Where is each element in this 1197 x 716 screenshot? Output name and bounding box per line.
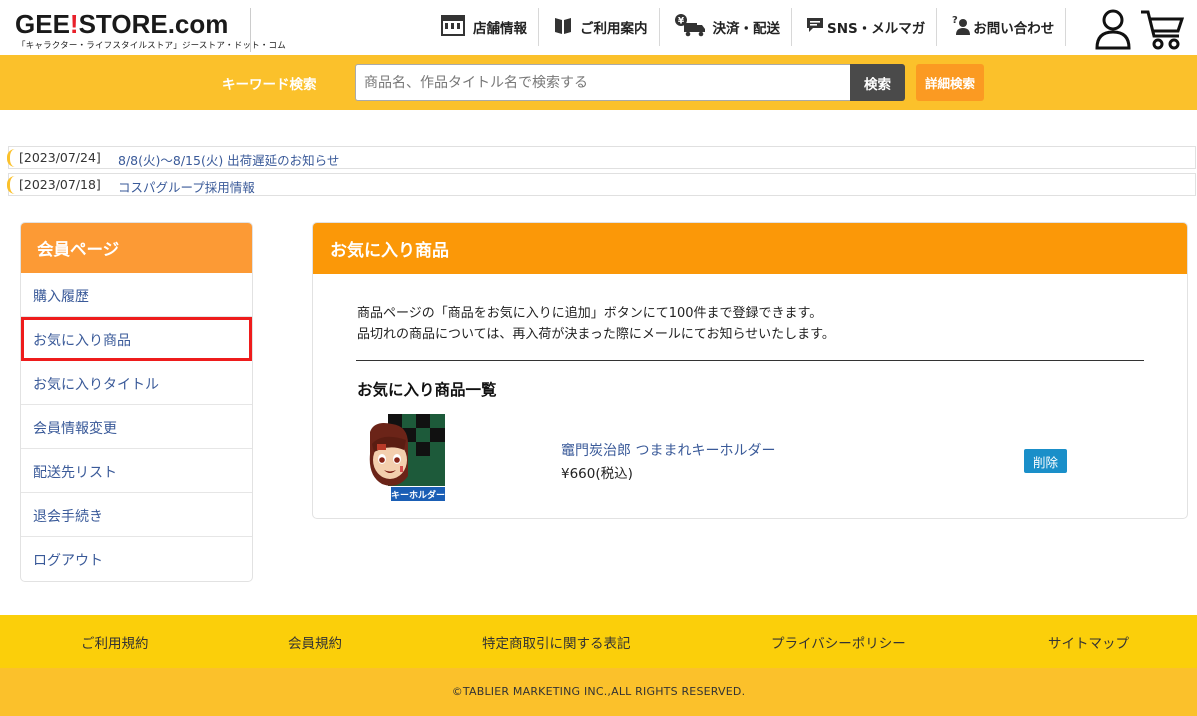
news-bracket-decoration <box>7 149 15 167</box>
logo-wordmark: GEE!STORE.com <box>15 10 228 38</box>
sidebar-item-logout[interactable]: ログアウト <box>21 537 252 581</box>
description-line: 商品ページの「商品をお気に入りに追加」ボタンにて100件まで登録できます。 <box>357 306 823 321</box>
sidebar-item-purchase-history[interactable]: 購入履歴 <box>21 273 252 317</box>
footer-copyright: ©TABLIER MARKETING INC.,ALL RIGHTS RESER… <box>0 668 1197 716</box>
nav-label: お問い合わせ <box>973 21 1055 37</box>
sidebar-item-favorite-products[interactable]: お気に入り商品 <box>21 317 252 361</box>
nav-label: SNS・メルマガ <box>827 21 926 37</box>
favorites-description: 商品ページの「商品をお気に入りに追加」ボタンにて100件まで登録できます。 品切… <box>357 303 835 345</box>
description-line: 品切れの商品については、再入荷が決まった際にメールにてお知らせいたします。 <box>357 327 835 342</box>
news-date: [2023/07/24] <box>19 150 101 165</box>
footer-links-bar: ご利用規約 会員規約 特定商取引に関する表記 プライバシーポリシー サイトマップ <box>0 615 1197 668</box>
search-button[interactable]: 検索 <box>850 64 905 101</box>
product-price: ¥660(税込) <box>561 466 633 482</box>
advanced-search-button[interactable]: 詳細検索 <box>916 64 984 101</box>
logo-gee-text: GEE <box>15 9 70 39</box>
news-item: [2023/07/24] 8/8(火)～8/15(火) 出荷遅延のお知らせ <box>7 146 1196 169</box>
message-icon <box>806 17 824 37</box>
sidebar-item-favorite-titles[interactable]: お気に入りタイトル <box>21 361 252 405</box>
search-label: キーワード検索 <box>222 77 317 93</box>
sidebar-item-member-info[interactable]: 会員情報変更 <box>21 405 252 449</box>
page-title: お気に入り商品 <box>313 223 1187 274</box>
nav-item-sns-newsletter[interactable]: SNS・メルマガ <box>792 8 938 46</box>
news-date: [2023/07/18] <box>19 177 101 192</box>
site-logo[interactable]: GEE!STORE.com 「キャラクター・ライフスタイルストア」ジーストア・ド… <box>15 8 286 52</box>
sidebar-item-withdraw[interactable]: 退会手続き <box>21 493 252 537</box>
search-input[interactable] <box>355 64 851 101</box>
logo-store-text: STORE.com <box>78 9 229 39</box>
nav-label: ご利用案内 <box>580 21 648 37</box>
nav-item-guide[interactable]: ご利用案内 <box>539 8 660 46</box>
news-item: [2023/07/18] コスパグループ採用情報 <box>7 173 1196 196</box>
footer-link-commerce-law[interactable]: 特定商取引に関する表記 <box>482 632 631 652</box>
nav-item-store-info[interactable]: 店舗情報 <box>426 8 539 46</box>
divider <box>356 360 1144 361</box>
logo-bang-text: ! <box>69 9 79 39</box>
product-name-link[interactable]: 竈門炭治郎 つままれキーホルダー <box>561 440 775 460</box>
product-thumbnail[interactable]: キーホルダー <box>368 414 445 501</box>
top-navigation: 店舗情報 ご利用案内 ¥ 決済・配送 SNS・メルマガ ? お問い合わせ <box>426 8 1067 46</box>
nav-label: 決済・配送 <box>712 21 781 37</box>
nav-label: 店舗情報 <box>473 21 527 37</box>
news-bracket-decoration <box>7 176 15 194</box>
footer-link-privacy-policy[interactable]: プライバシーポリシー <box>771 632 906 652</box>
news-link[interactable]: コスパグループ採用情報 <box>118 177 255 196</box>
product-image-label: キーホルダー <box>391 489 445 501</box>
book-icon <box>553 15 573 39</box>
nav-item-contact[interactable]: ? お問い合わせ <box>937 8 1067 46</box>
favorites-list-title: お気に入り商品一覧 <box>357 381 497 399</box>
inquiry-person-icon: ? <box>951 14 971 40</box>
sidebar-item-shipping-list[interactable]: 配送先リスト <box>21 449 252 493</box>
favorites-panel: お気に入り商品 商品ページの「商品をお気に入りに追加」ボタンにて100件まで登録… <box>312 222 1188 519</box>
logo-tagline: 「キャラクター・ライフスタイルストア」ジーストア・ドット・コム <box>17 41 286 51</box>
search-bar: キーワード検索 検索 詳細検索 <box>0 55 1197 110</box>
store-icon <box>440 14 466 40</box>
yen-truck-icon: ¥ <box>674 13 706 41</box>
news-link[interactable]: 8/8(火)～8/15(火) 出荷遅延のお知らせ <box>118 150 339 169</box>
user-account-icon[interactable] <box>1094 8 1132 50</box>
nav-item-payment-shipping[interactable]: ¥ 決済・配送 <box>660 8 792 46</box>
sidebar-title: 会員ページ <box>21 223 252 273</box>
delete-favorite-button[interactable]: 削除 <box>1024 449 1067 473</box>
member-sidebar: 会員ページ 購入履歴 お気に入り商品 お気に入りタイトル 会員情報変更 配送先リ… <box>20 222 253 582</box>
footer-link-member-terms[interactable]: 会員規約 <box>288 632 342 652</box>
footer-link-sitemap[interactable]: サイトマップ <box>1048 632 1129 652</box>
footer-link-terms[interactable]: ご利用規約 <box>81 632 149 652</box>
cart-icon[interactable] <box>1139 8 1185 50</box>
svg-text:?: ? <box>952 15 958 26</box>
site-header: GEE!STORE.com 「キャラクター・ライフスタイルストア」ジーストア・ド… <box>0 0 1197 55</box>
svg-text:¥: ¥ <box>677 17 684 27</box>
